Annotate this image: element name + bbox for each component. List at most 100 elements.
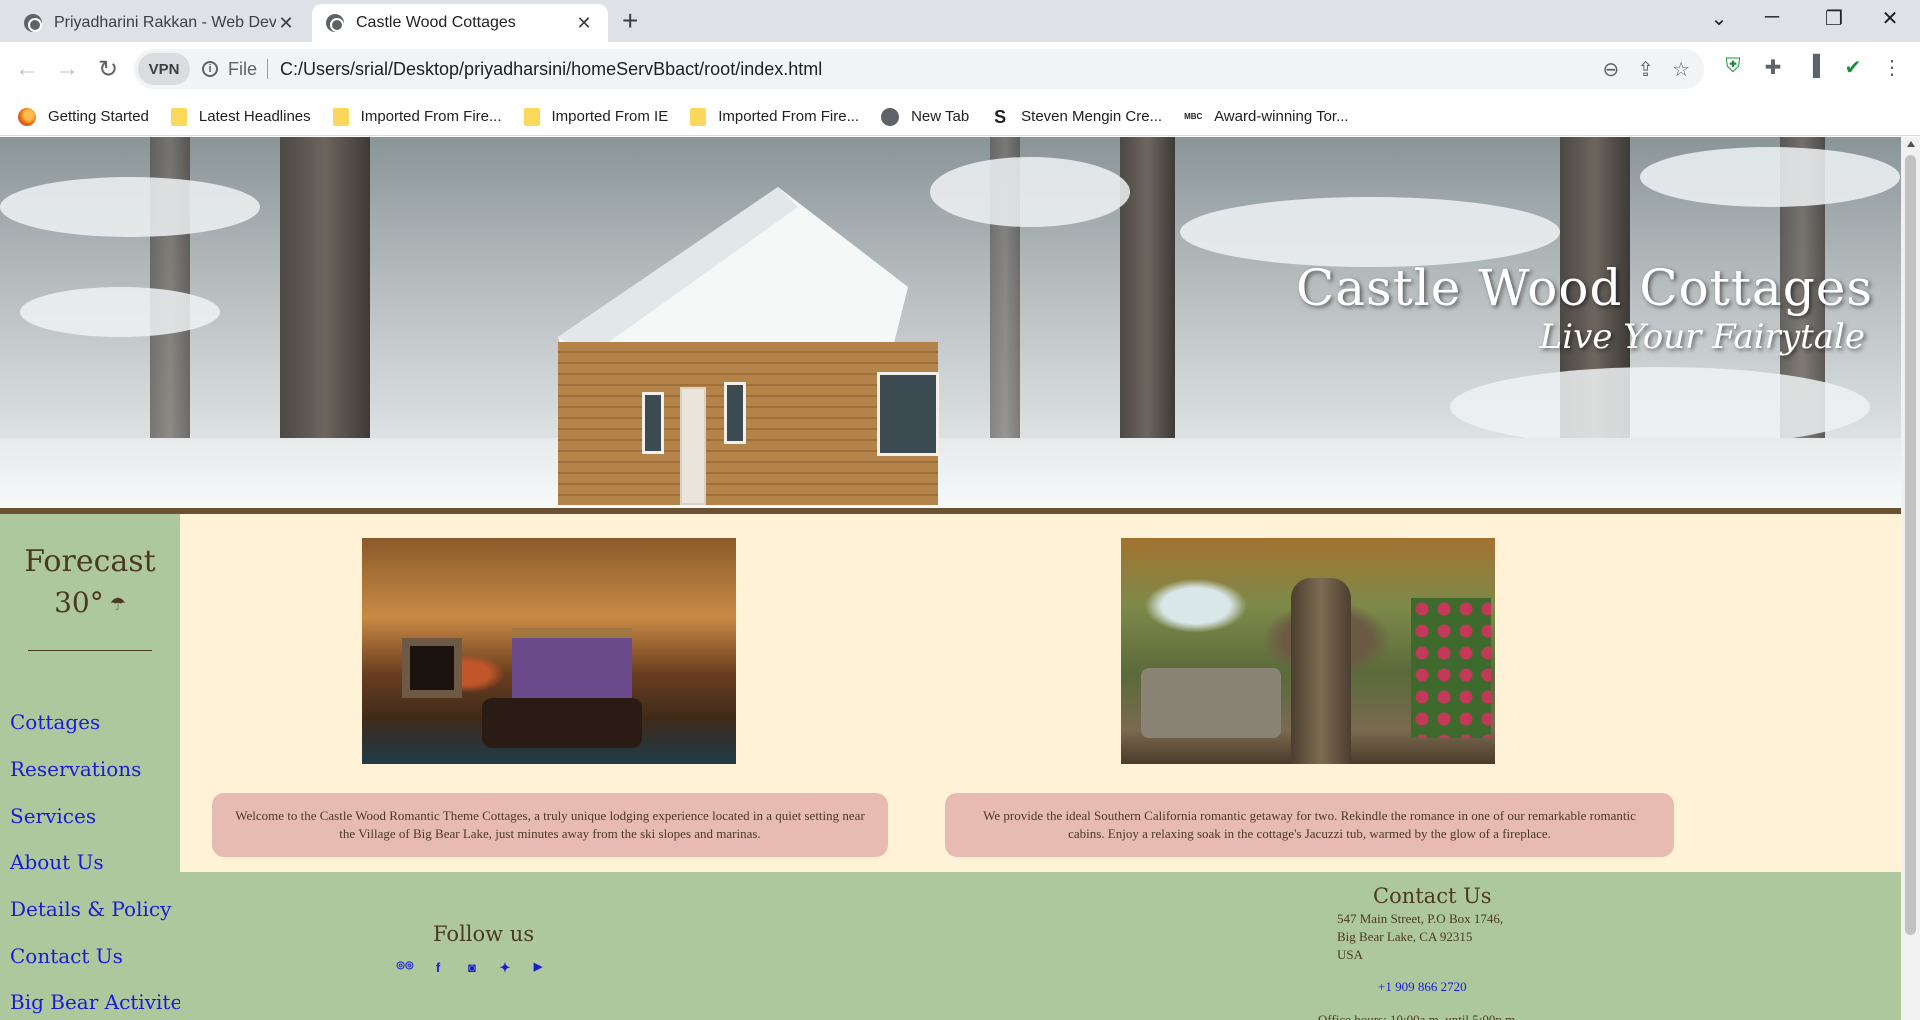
tab-title: Castle Wood Cottages <box>356 14 516 31</box>
phone-link[interactable]: +1 909 866 2720 <box>1378 979 1467 995</box>
browser-toolbar: ← → ↻ VPN i File C:/Users/srial/Desktop/… <box>0 42 1920 98</box>
snowy-branch <box>20 287 220 337</box>
tab-strip: Priyadharini Rakkan - Web Devel ✕ Castle… <box>0 0 1920 42</box>
nav-reservations[interactable]: Reservations <box>10 757 141 781</box>
forward-button[interactable]: → <box>52 55 82 83</box>
page-scrollbar[interactable] <box>1901 137 1920 1020</box>
temperature-value: 30° <box>54 586 104 619</box>
adguard-icon[interactable]: ⛨ <box>1719 55 1747 83</box>
minimize-button[interactable]: ─ <box>1752 6 1792 29</box>
cabin-interior-photo <box>362 538 736 764</box>
cabin-window <box>877 372 939 456</box>
nav-big-bear-activities[interactable]: Big Bear Activites <box>10 990 193 1014</box>
nav-contact-us[interactable]: Contact Us <box>10 944 123 968</box>
flower-wall <box>1411 598 1491 738</box>
twitter-icon[interactable]: ✦ <box>495 960 515 976</box>
rock-tub <box>1141 668 1281 738</box>
bookmark-label: Imported From Fire... <box>360 108 502 125</box>
puzzle-icon[interactable]: ✚ <box>1759 55 1787 83</box>
bookmark-imported-ie[interactable]: Imported From IE <box>523 107 669 126</box>
rain-cloud-icon: ☂ <box>109 594 126 615</box>
globe-icon <box>881 107 900 126</box>
bookmark-label: Getting Started <box>48 108 149 125</box>
close-icon[interactable]: ✕ <box>574 13 594 34</box>
bookmark-latest-headlines[interactable]: Latest Headlines <box>170 107 311 126</box>
sofa <box>482 698 642 748</box>
bookmark-getting-started[interactable]: Getting Started <box>18 107 149 126</box>
reload-button[interactable]: ↻ <box>93 55 123 84</box>
kebab-menu-icon[interactable]: ⋮ <box>1878 55 1906 83</box>
s-logo-icon: S <box>994 106 1007 127</box>
facebook-icon[interactable]: f <box>428 960 448 975</box>
tripadvisor-icon[interactable]: ◎◎ <box>395 960 415 971</box>
contact-heading: Contact Us <box>1373 884 1492 908</box>
forecast-title: Forecast <box>24 544 156 579</box>
folder-icon <box>523 107 540 126</box>
bookmark-label: Steven Mengin Cre... <box>1021 108 1163 125</box>
hero-banner: Castle Wood Cottages Live Your Fairytale <box>0 137 1901 508</box>
hero-heading: Castle Wood Cottages Live Your Fairytale <box>1296 259 1873 357</box>
nav-cottages[interactable]: Cottages <box>10 710 100 734</box>
cabin-roof <box>558 187 908 367</box>
tab-search-icon[interactable]: ⌄ <box>1699 6 1739 31</box>
address-line: Big Bear Lake, CA 92315 <box>1337 929 1473 944</box>
info-icon[interactable]: i <box>202 61 218 77</box>
url-text[interactable]: C:/Users/srial/Desktop/priyadharsini/hom… <box>280 59 822 80</box>
back-button[interactable]: ← <box>12 55 42 83</box>
scroll-thumb[interactable] <box>1905 155 1916 935</box>
follow-us-heading: Follow us <box>433 922 535 946</box>
page-viewport: Castle Wood Cottages Live Your Fairytale… <box>0 137 1901 1020</box>
bookmark-steven-mengin[interactable]: S Steven Mengin Cre... <box>991 108 1162 126</box>
bookmark-new-tab[interactable]: New Tab <box>881 107 970 126</box>
bookmark-imported-firefox-2[interactable]: Imported From Fire... <box>690 107 860 126</box>
address-line: USA <box>1337 947 1364 962</box>
bookmark-imported-firefox-1[interactable]: Imported From Fire... <box>332 107 502 126</box>
tab-portfolio[interactable]: Priyadharini Rakkan - Web Devel ✕ <box>10 4 310 42</box>
folder-icon <box>332 107 349 126</box>
close-window-button[interactable]: ✕ <box>1870 6 1910 31</box>
cabin-window <box>724 382 746 444</box>
snowy-branch <box>930 157 1130 227</box>
address-bar[interactable]: VPN i File C:/Users/srial/Desktop/priyad… <box>134 49 1704 89</box>
tree-column <box>1291 578 1351 764</box>
close-icon[interactable]: ✕ <box>276 13 296 34</box>
nav-services[interactable]: Services <box>10 804 96 828</box>
bookmark-label: Imported From Fire... <box>718 108 860 125</box>
maximize-button[interactable]: ❐ <box>1814 6 1854 31</box>
vpn-badge[interactable]: VPN <box>138 53 190 85</box>
bookmark-label: Imported From IE <box>551 108 669 125</box>
bookmark-label: Latest Headlines <box>198 108 311 125</box>
shield-check-icon[interactable]: ✔ <box>1839 55 1867 83</box>
youtube-icon[interactable]: ▶ <box>528 960 548 973</box>
new-tab-button[interactable]: + <box>622 7 638 35</box>
share-icon[interactable]: ⇪ <box>1637 57 1654 82</box>
office-hours: Office hours: 10:00a.m. until 5:00p.m. <box>1318 1012 1519 1020</box>
getaway-caption: We provide the ideal Southern California… <box>945 793 1674 857</box>
footer: Follow us ◎◎ f ◙ ✦ ▶ Contact Us 547 Main… <box>180 872 1901 1020</box>
snowy-branch <box>1180 197 1560 267</box>
sidebar: Forecast 30° ☂ Cottages Reservations Serv… <box>0 514 193 1020</box>
tab-castle-wood[interactable]: Castle Wood Cottages ✕ <box>312 4 608 42</box>
divider <box>28 650 152 651</box>
star-icon[interactable]: ☆ <box>1672 57 1690 82</box>
bookmark-award-winning[interactable]: MBC Award-winning Tor... <box>1184 108 1349 126</box>
instagram-icon[interactable]: ◙ <box>462 960 482 975</box>
site-title: Castle Wood Cottages <box>1295 259 1873 317</box>
sidepanel-icon[interactable]: ▐ <box>1799 55 1827 83</box>
bed <box>512 628 632 698</box>
cabin-window <box>642 392 664 454</box>
site-tagline: Live Your Fairytale <box>1539 317 1865 357</box>
zoom-out-icon[interactable]: ⊖ <box>1603 57 1620 82</box>
bookmarks-bar: Getting Started Latest Headlines Importe… <box>0 98 1920 136</box>
bookmark-label: New Tab <box>911 108 970 125</box>
bookmark-label: Award-winning Tor... <box>1214 108 1349 125</box>
hero-border <box>0 508 1901 514</box>
nav-about-us[interactable]: About Us <box>10 850 104 874</box>
nav-details-policy[interactable]: Details & Policy <box>10 897 171 921</box>
fireplace <box>402 638 462 698</box>
folder-icon <box>170 107 187 126</box>
cabin-door <box>680 387 706 505</box>
snow-ground <box>0 438 1901 508</box>
scroll-up-arrow[interactable] <box>1907 141 1915 147</box>
address-line: 547 Main Street, P.O Box 1746, <box>1337 911 1504 926</box>
